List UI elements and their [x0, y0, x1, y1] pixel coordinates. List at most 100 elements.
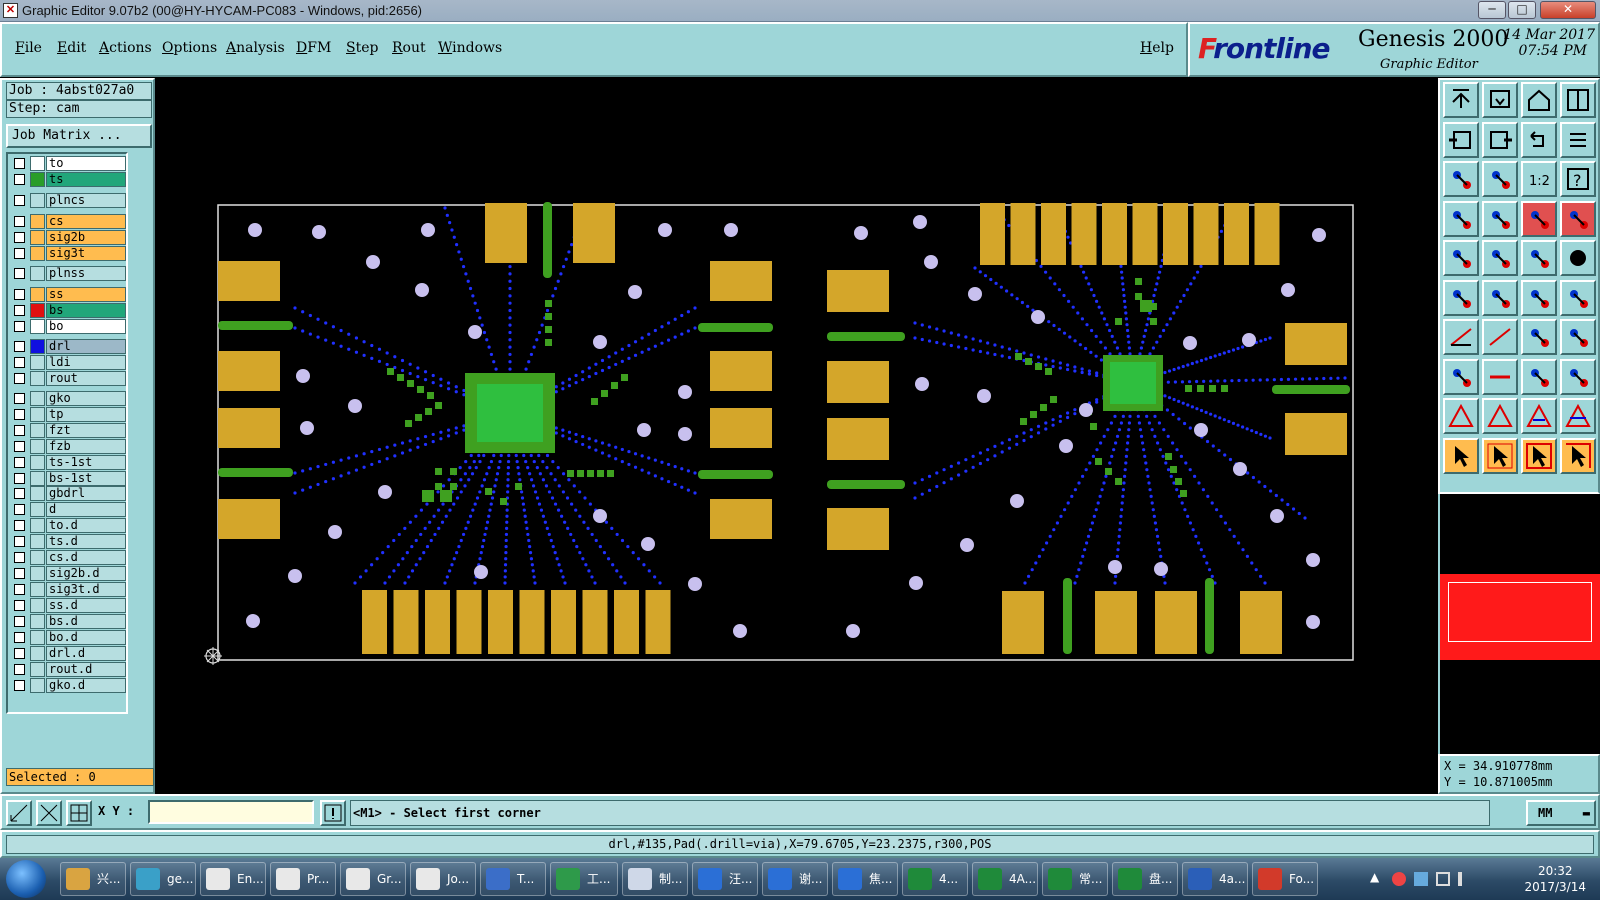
layer-row[interactable]: sig2b: [10, 230, 126, 245]
scale-1-2-button[interactable]: 1:2: [1521, 161, 1557, 197]
layer-color-swatch[interactable]: [30, 678, 45, 693]
taskbar-button[interactable]: 谢...: [762, 862, 828, 896]
layer-row[interactable]: bs-1st: [10, 471, 126, 486]
taskbar-button[interactable]: T...: [480, 862, 546, 896]
layer-row[interactable]: plncs: [10, 193, 126, 208]
arc-button[interactable]: [1521, 319, 1557, 355]
tray-app-icon[interactable]: [1392, 872, 1406, 886]
layer-checkbox[interactable]: [14, 488, 25, 499]
taskbar-button[interactable]: 盘...: [1112, 862, 1178, 896]
layer-checkbox[interactable]: [14, 357, 25, 368]
layer-name[interactable]: ts: [46, 172, 126, 187]
layer-row[interactable]: gbdrl: [10, 486, 126, 501]
layer-checkbox[interactable]: [14, 289, 25, 300]
layer-row[interactable]: cs: [10, 214, 126, 229]
taskbar-button[interactable]: 工...: [550, 862, 618, 896]
layer-color-swatch[interactable]: [30, 246, 45, 261]
drill-tool-button[interactable]: [1482, 200, 1518, 237]
menu-edit[interactable]: Edit: [57, 40, 86, 56]
layer-color-swatch[interactable]: [30, 423, 45, 438]
menu-dfm[interactable]: DFM: [296, 40, 331, 56]
add-node-button[interactable]: [1560, 279, 1596, 316]
system-clock[interactable]: 20:32 2017/3/14: [1524, 863, 1586, 895]
layer-checkbox[interactable]: [14, 232, 25, 243]
layer-color-swatch[interactable]: [30, 439, 45, 454]
menu-options[interactable]: Options: [162, 40, 217, 56]
zoom-home-button[interactable]: [1443, 82, 1479, 118]
app-icon[interactable]: ✕: [3, 3, 18, 18]
layer-checkbox[interactable]: [14, 425, 25, 436]
info-button[interactable]: [320, 800, 346, 826]
tray-security-icon[interactable]: [1414, 872, 1428, 886]
layer-name[interactable]: bo.d: [46, 630, 126, 645]
layer-checkbox[interactable]: [14, 616, 25, 627]
xy-input[interactable]: [148, 800, 314, 824]
start-button[interactable]: [6, 860, 46, 898]
help-query-button[interactable]: ?: [1560, 161, 1596, 197]
graphic-canvas[interactable]: [155, 78, 1438, 794]
overview-viewport[interactable]: [1448, 582, 1592, 642]
layer-name[interactable]: ss: [46, 287, 126, 302]
layer-checkbox[interactable]: [14, 552, 25, 563]
layer-row[interactable]: plnss: [10, 266, 126, 281]
layer-name[interactable]: bs: [46, 303, 126, 318]
snap-mode-button[interactable]: [6, 800, 32, 826]
layer-name[interactable]: tp: [46, 407, 126, 422]
layer-checkbox[interactable]: [14, 305, 25, 316]
layer-name[interactable]: gko.d: [46, 678, 126, 693]
layer-checkbox[interactable]: [14, 341, 25, 352]
layer-color-swatch[interactable]: [30, 230, 45, 245]
layer-name[interactable]: rout: [46, 371, 126, 386]
layer-name[interactable]: cs.d: [46, 550, 126, 565]
layer-checkbox[interactable]: [14, 373, 25, 384]
layer-row[interactable]: bo.d: [10, 630, 126, 645]
layer-color-swatch[interactable]: [30, 630, 45, 645]
taskbar-button[interactable]: Jo...: [410, 862, 476, 896]
layer-checkbox[interactable]: [14, 520, 25, 531]
layer-row[interactable]: rout: [10, 371, 126, 386]
taskbar-button[interactable]: Pr...: [270, 862, 336, 896]
layer-color-swatch[interactable]: [30, 455, 45, 470]
layer-name[interactable]: gko: [46, 391, 126, 406]
layer-name[interactable]: bs.d: [46, 614, 126, 629]
layer-checkbox[interactable]: [14, 504, 25, 515]
units-selector[interactable]: MM ▬: [1526, 800, 1596, 826]
layer-color-swatch[interactable]: [30, 303, 45, 318]
layer-name[interactable]: gbdrl: [46, 486, 126, 501]
net-color-button[interactable]: [1521, 200, 1557, 237]
layer-row[interactable]: rout.d: [10, 662, 126, 677]
taskbar-button[interactable]: 常...: [1042, 862, 1108, 896]
text-button[interactable]: [1521, 398, 1557, 434]
layer-name[interactable]: sig2b.d: [46, 566, 126, 581]
draw-line-button[interactable]: [1443, 319, 1479, 355]
layer-name[interactable]: drl: [46, 339, 126, 354]
layer-row[interactable]: gko.d: [10, 678, 126, 693]
layer-checkbox[interactable]: [14, 457, 25, 468]
layer-name[interactable]: to: [46, 156, 126, 171]
overview-map[interactable]: [1438, 494, 1600, 754]
layer-row[interactable]: sig3t: [10, 246, 126, 261]
select-cut-button[interactable]: [1560, 437, 1596, 474]
layer-checkbox[interactable]: [14, 174, 25, 185]
layer-color-swatch[interactable]: [30, 550, 45, 565]
taskbar-button[interactable]: En...: [200, 862, 266, 896]
menu-help[interactable]: Help: [1140, 40, 1174, 56]
menu-rout[interactable]: Rout: [392, 40, 426, 56]
taskbar-button[interactable]: Fo...: [1252, 862, 1318, 896]
layer-color-swatch[interactable]: [30, 662, 45, 677]
layer-name[interactable]: fzt: [46, 423, 126, 438]
copy-button[interactable]: [1443, 358, 1479, 395]
layer-checkbox[interactable]: [14, 158, 25, 169]
layer-row[interactable]: gko: [10, 391, 126, 406]
taskbar-button[interactable]: 兴...: [60, 862, 126, 896]
select-button[interactable]: [1482, 437, 1518, 474]
menu-analysis[interactable]: Analysis: [226, 40, 285, 56]
zoom-out-button[interactable]: [1482, 82, 1518, 118]
text-alt-button[interactable]: [1560, 398, 1596, 434]
layer-name[interactable]: plnss: [46, 266, 126, 281]
layer-color-swatch[interactable]: [30, 371, 45, 386]
layer-checkbox[interactable]: [14, 441, 25, 452]
tray-expand-icon[interactable]: ▲: [1370, 870, 1379, 884]
taskbar-button[interactable]: 4...: [902, 862, 968, 896]
layer-name[interactable]: rout.d: [46, 662, 126, 677]
